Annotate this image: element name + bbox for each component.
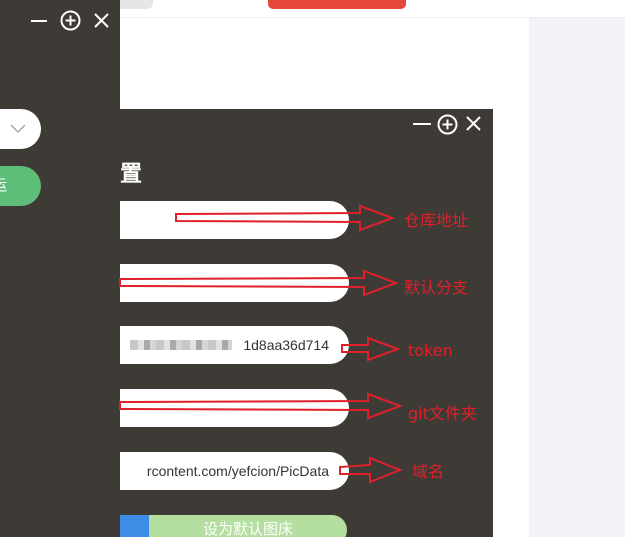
chevron-down-icon bbox=[9, 121, 27, 140]
page-side-panel bbox=[529, 18, 625, 537]
token-value: 1d8aa36d714 bbox=[243, 337, 329, 353]
maximize-icon[interactable] bbox=[60, 10, 81, 31]
repo-input[interactable] bbox=[120, 201, 349, 239]
confirm-button[interactable] bbox=[120, 515, 149, 537]
annotation-token-label: token bbox=[408, 341, 453, 360]
domain-value: rcontent.com/yefcion/PicData bbox=[146, 463, 329, 479]
close-icon[interactable] bbox=[93, 12, 110, 29]
minimize-icon[interactable] bbox=[30, 12, 48, 30]
maximize-icon[interactable] bbox=[437, 114, 458, 135]
domain-input[interactable]: rcontent.com/yefcion/PicData bbox=[120, 452, 349, 490]
set-default-button[interactable]: 设为默认图床 bbox=[149, 515, 347, 537]
minimize-icon[interactable] bbox=[412, 115, 432, 133]
close-icon[interactable] bbox=[465, 115, 482, 132]
settings-title: 置 bbox=[120, 161, 143, 186]
branch-input[interactable] bbox=[120, 264, 349, 302]
back-action-button[interactable]: 运 bbox=[0, 166, 41, 206]
annotation-repo-label: 仓库地址 bbox=[404, 211, 469, 230]
page-accent-button[interactable] bbox=[268, 0, 406, 9]
select-dropdown[interactable] bbox=[0, 109, 41, 149]
back-window: 运 bbox=[0, 0, 120, 537]
token-input[interactable]: 1d8aa36d714 bbox=[120, 326, 349, 364]
annotation-folder-label: git文件夹 bbox=[408, 404, 477, 423]
folder-input[interactable] bbox=[120, 389, 349, 427]
annotation-domain-label: 域名 bbox=[412, 462, 445, 481]
redacted-token-prefix bbox=[130, 340, 232, 350]
annotation-branch-label: 默认分支 bbox=[404, 278, 469, 297]
